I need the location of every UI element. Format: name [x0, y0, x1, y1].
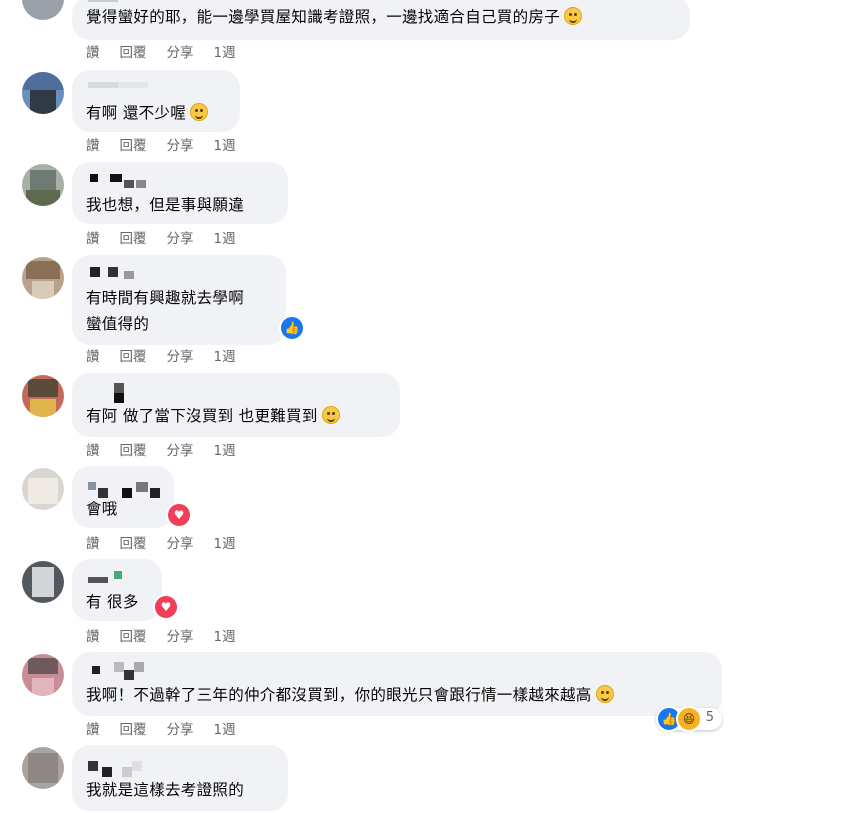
reply-link[interactable]: 回覆 — [120, 535, 147, 553]
comment-bubble: 會哦 — [72, 466, 174, 528]
timestamp[interactable]: 1週 — [214, 348, 236, 366]
like-link[interactable]: 讚 — [86, 535, 100, 553]
comment-bubble: 有阿 做了當下沒買到 也更難買到 — [72, 373, 400, 437]
timestamp[interactable]: 1週 — [214, 44, 236, 62]
reaction-summary[interactable]: 👍 😆 5 — [656, 706, 722, 732]
share-link[interactable]: 分享 — [167, 628, 194, 646]
avatar[interactable] — [22, 0, 64, 20]
avatar[interactable] — [22, 257, 64, 299]
comment-text: 有啊 還不少喔 — [86, 104, 187, 122]
avatar[interactable] — [22, 747, 64, 789]
like-link[interactable]: 讚 — [86, 230, 100, 248]
comment-actions: 讚 回覆 分享 1週 — [86, 137, 256, 155]
avatar[interactable] — [22, 72, 64, 114]
comment-bubble: 有 很多 — [72, 559, 162, 621]
comment-bubble: 我啊！不過幹了三年的仲介都沒買到，你的眼光只會跟行情一樣越來越高 — [72, 652, 722, 716]
reply-link[interactable]: 回覆 — [120, 721, 147, 739]
like-link[interactable]: 讚 — [86, 721, 100, 739]
like-reaction-icon[interactable]: 👍 — [279, 315, 305, 341]
comment-actions: 讚 回覆 分享 1週 — [86, 348, 256, 366]
like-link[interactable]: 讚 — [86, 44, 100, 62]
haha-reaction-icon: 😆 — [676, 706, 702, 732]
comment-bubble: 覺得蠻好的耶，能一邊學買屋知識考證照，一邊找適合自己買的房子 — [72, 0, 690, 40]
blurred-author-name[interactable] — [88, 662, 158, 680]
avatar[interactable] — [22, 164, 64, 206]
laughing-emoji-icon — [595, 685, 614, 703]
blurred-author-name[interactable] — [88, 383, 158, 403]
timestamp[interactable]: 1週 — [214, 230, 236, 248]
comment-bubble: 我也想，但是事與願違 — [72, 162, 288, 224]
comment-text: 我就是這樣去考證照的 — [86, 781, 245, 799]
comment-actions: 讚 回覆 分享 1週 — [86, 535, 256, 553]
comment-actions: 讚 回覆 分享 1週 — [86, 230, 256, 248]
reply-link[interactable]: 回覆 — [120, 230, 147, 248]
share-link[interactable]: 分享 — [167, 44, 194, 62]
love-reaction-icon[interactable]: ♥ — [153, 594, 179, 620]
avatar[interactable] — [22, 468, 64, 510]
blurred-author-name[interactable] — [88, 78, 158, 94]
comment-actions: 讚 回覆 分享 1週 — [86, 721, 256, 739]
avatar[interactable] — [22, 561, 64, 603]
like-link[interactable]: 讚 — [86, 628, 100, 646]
comment-actions: 讚 回覆 分享 1週 — [86, 442, 256, 460]
timestamp[interactable]: 1週 — [214, 628, 236, 646]
comment-text: 我啊！不過幹了三年的仲介都沒買到，你的眼光只會跟行情一樣越來越高 — [86, 686, 592, 704]
like-link[interactable]: 讚 — [86, 442, 100, 460]
grin-emoji-icon — [190, 103, 209, 121]
comment-actions: 讚 回覆 分享 1週 — [86, 44, 256, 62]
timestamp[interactable]: 1週 — [214, 442, 236, 460]
comment-bubble: 有啊 還不少喔 — [72, 70, 240, 132]
comment-actions: 讚 回覆 分享 1週 — [86, 628, 256, 646]
comment-text: 我也想，但是事與願違 — [86, 196, 245, 214]
reply-link[interactable]: 回覆 — [120, 442, 147, 460]
reply-link[interactable]: 回覆 — [120, 137, 147, 155]
love-reaction-icon[interactable]: ♥ — [166, 502, 192, 528]
comment-bubble: 我就是這樣去考證照的 — [72, 745, 288, 811]
reply-link[interactable]: 回覆 — [120, 348, 147, 366]
share-link[interactable]: 分享 — [167, 721, 194, 739]
avatar[interactable] — [22, 654, 64, 696]
comment-text: 有 很多 — [86, 593, 139, 611]
timestamp[interactable]: 1週 — [214, 535, 236, 553]
reaction-count: 5 — [705, 710, 714, 725]
blurred-author-name[interactable] — [88, 571, 158, 587]
blurred-author-name[interactable] — [88, 761, 158, 777]
rofl-emoji-icon — [321, 406, 340, 424]
share-link[interactable]: 分享 — [167, 535, 194, 553]
comment-text-line: 蠻值得的 — [86, 315, 150, 333]
reply-link[interactable]: 回覆 — [120, 44, 147, 62]
share-link[interactable]: 分享 — [167, 137, 194, 155]
avatar[interactable] — [22, 375, 64, 417]
reply-link[interactable]: 回覆 — [120, 628, 147, 646]
comment-bubble: 有時間有興趣就去學啊 蠻值得的 — [72, 255, 286, 345]
comment-text-line: 有時間有興趣就去學啊 — [86, 289, 245, 307]
comment-text: 覺得蠻好的耶，能一邊學買屋知識考證照，一邊找適合自己買的房子 — [86, 8, 561, 26]
comment-text: 有阿 做了當下沒買到 也更難買到 — [86, 407, 318, 425]
like-link[interactable]: 讚 — [86, 137, 100, 155]
blurred-author-name[interactable] — [88, 170, 158, 188]
timestamp[interactable]: 1週 — [214, 137, 236, 155]
timestamp[interactable]: 1週 — [214, 721, 236, 739]
share-link[interactable]: 分享 — [167, 230, 194, 248]
share-link[interactable]: 分享 — [167, 348, 194, 366]
blurred-author-name[interactable] — [88, 267, 158, 283]
comment-text: 會哦 — [86, 500, 118, 518]
like-link[interactable]: 讚 — [86, 348, 100, 366]
share-link[interactable]: 分享 — [167, 442, 194, 460]
smile-emoji-icon — [564, 7, 583, 25]
